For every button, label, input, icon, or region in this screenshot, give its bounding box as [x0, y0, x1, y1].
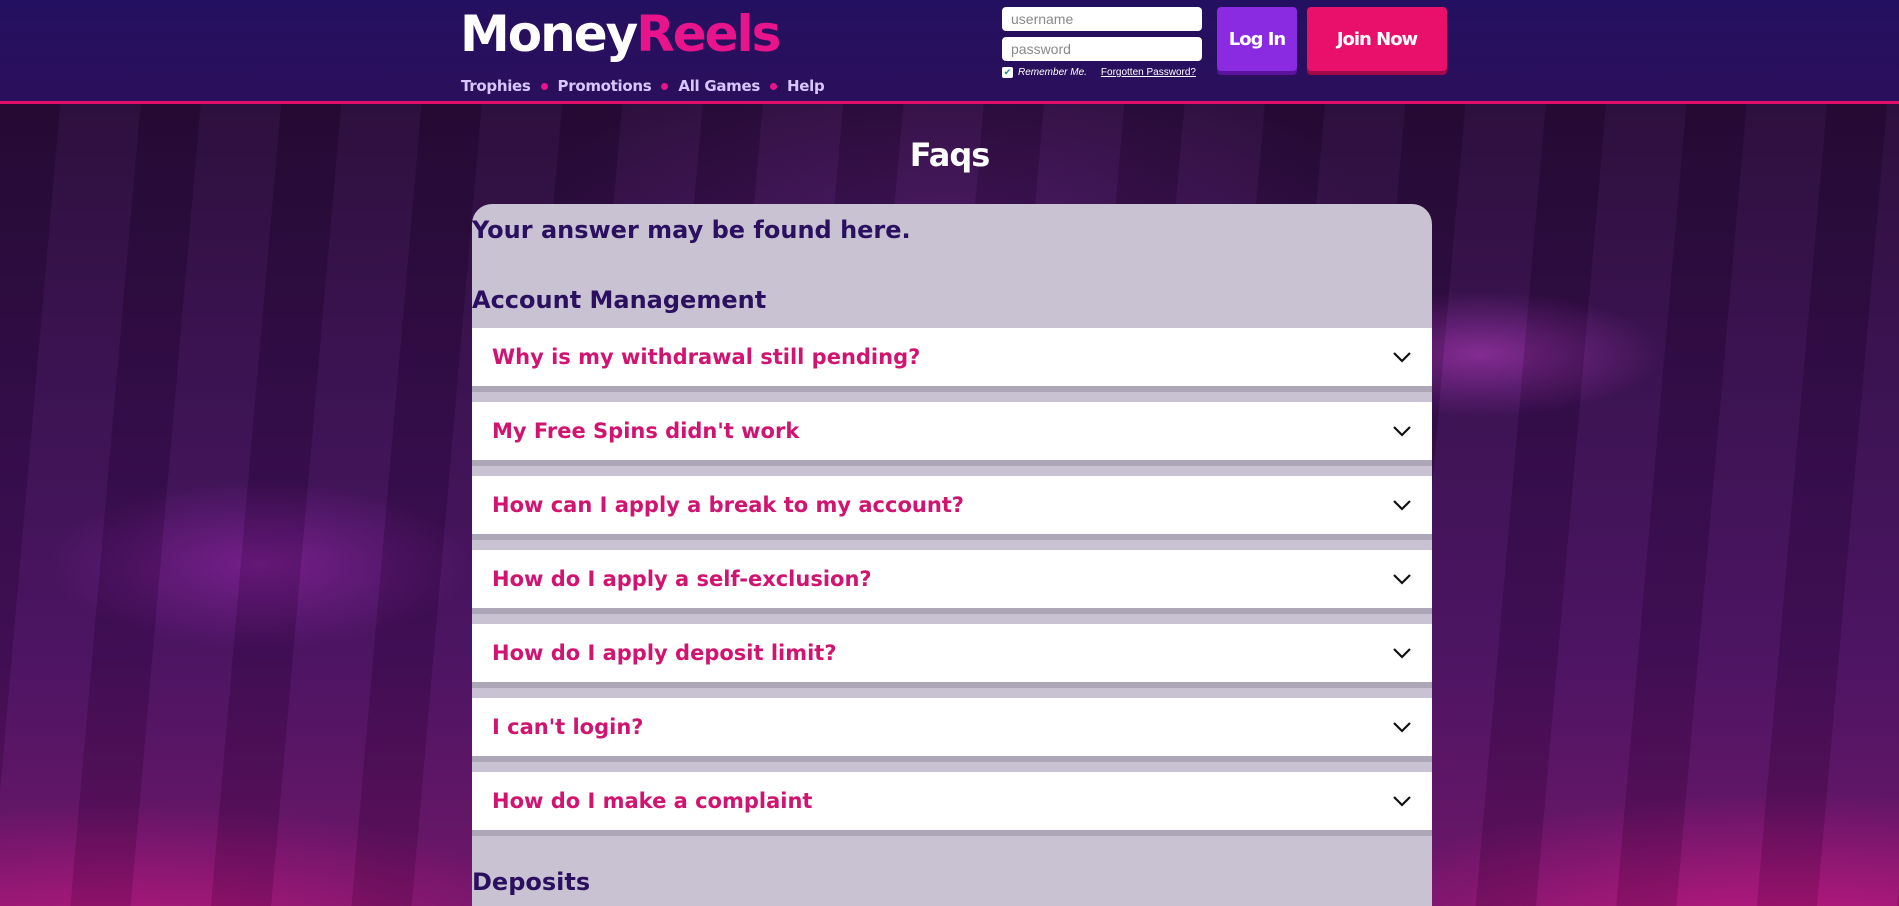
nav-trophies[interactable]: Trophies [461, 77, 531, 95]
forgot-password-link[interactable]: Forgotten Password? [1101, 67, 1196, 78]
faq-intro: Your answer may be found here. [472, 216, 911, 244]
login-button[interactable]: Log In [1217, 7, 1297, 71]
faq-question: Why is my withdrawal still pending? [492, 345, 921, 369]
chevron-down-icon [1393, 500, 1411, 511]
faq-item[interactable]: How do I apply a self-exclusion? [472, 550, 1432, 614]
nav-all-games[interactable]: All Games [678, 77, 760, 95]
username-input[interactable] [1002, 7, 1202, 31]
faq-question: My Free Spins didn't work [492, 419, 800, 443]
chevron-down-icon [1393, 426, 1411, 437]
faq-question: How can I apply a break to my account? [492, 493, 964, 517]
faq-question: How do I apply a self-exclusion? [492, 567, 872, 591]
faq-item[interactable]: I can't login? [472, 698, 1432, 762]
remember-row: ✔ Remember Me. Forgotten Password? [1002, 67, 1202, 78]
faq-item[interactable]: How do I make a complaint [472, 772, 1432, 836]
site-header: MoneyReels Trophies Promotions All Games… [0, 0, 1899, 104]
chevron-down-icon [1393, 574, 1411, 585]
main-nav: Trophies Promotions All Games Help [461, 77, 825, 95]
faq-item[interactable]: Why is my withdrawal still pending? [472, 328, 1432, 392]
faq-item[interactable]: My Free Spins didn't work [472, 402, 1432, 466]
nav-separator [540, 82, 548, 90]
login-form: ✔ Remember Me. Forgotten Password? [1002, 7, 1202, 78]
remember-me-label[interactable]: Remember Me. [1018, 67, 1087, 78]
faq-question: How do I make a complaint [492, 789, 813, 813]
faq-question: I can't login? [492, 715, 644, 739]
chevron-down-icon [1393, 722, 1411, 733]
section-title-account-management: Account Management [472, 286, 767, 314]
logo[interactable]: MoneyReels [460, 4, 781, 64]
page-title: Faqs [909, 136, 991, 174]
checkbox-checked-icon[interactable]: ✔ [1002, 67, 1013, 78]
password-input[interactable] [1002, 37, 1202, 61]
chevron-down-icon [1393, 648, 1411, 659]
chevron-down-icon [1393, 796, 1411, 807]
chevron-down-icon [1393, 352, 1411, 363]
nav-separator [661, 82, 669, 90]
join-now-button[interactable]: Join Now [1307, 7, 1447, 71]
faq-item[interactable]: How do I apply deposit limit? [472, 624, 1432, 688]
nav-separator [770, 82, 777, 90]
faq-panel: Your answer may be found here. Account M… [472, 204, 1432, 906]
nav-help[interactable]: Help [787, 77, 825, 95]
section-title-deposits: Deposits [472, 868, 591, 896]
logo-money: Money [460, 5, 638, 63]
logo-reels: Reels [636, 5, 781, 63]
faq-item[interactable]: How can I apply a break to my account? [472, 476, 1432, 540]
faq-question: How do I apply deposit limit? [492, 641, 837, 665]
nav-promotions[interactable]: Promotions [558, 77, 652, 95]
